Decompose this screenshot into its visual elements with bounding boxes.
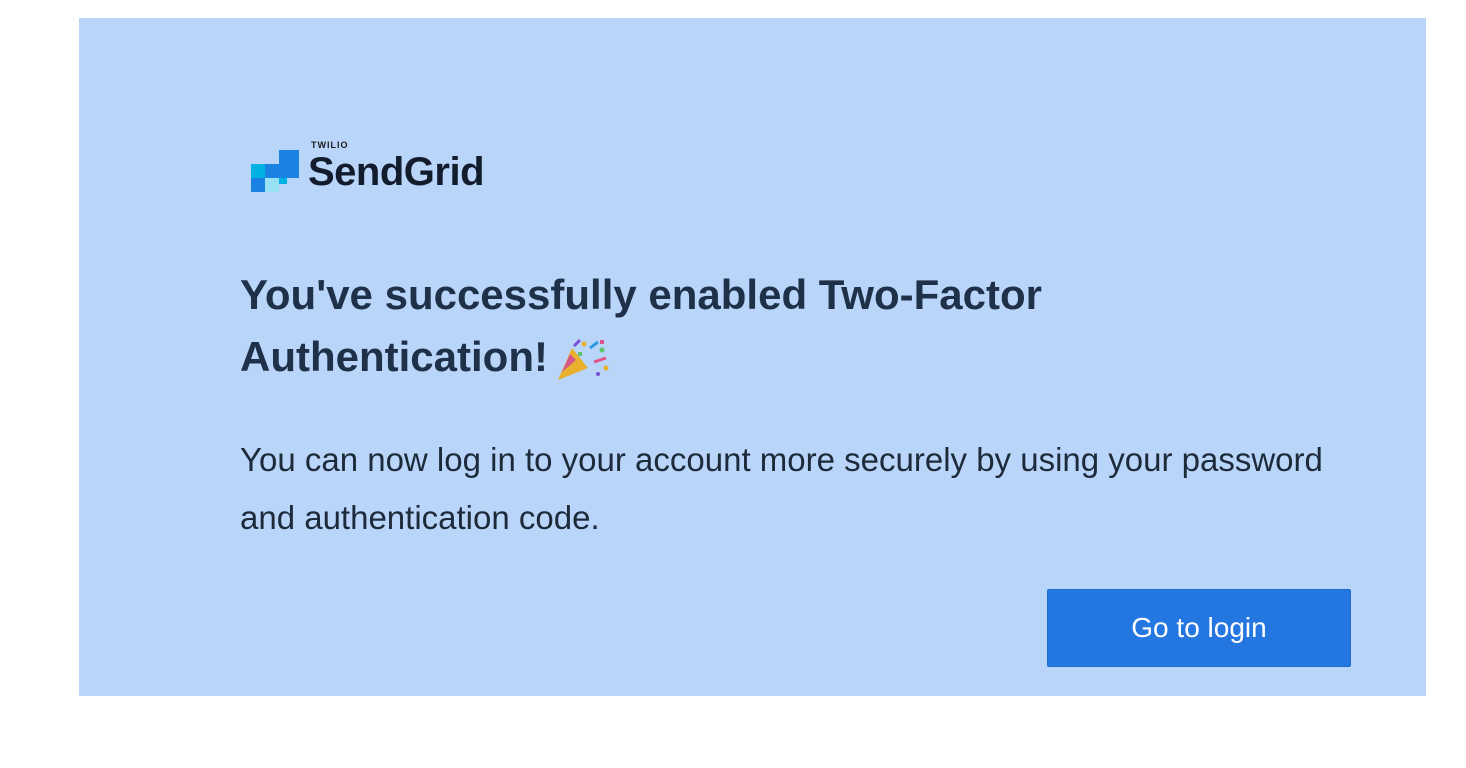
party-popper-icon	[557, 338, 609, 380]
go-to-login-button[interactable]: Go to login	[1047, 589, 1351, 667]
page-title: You've successfully enabled Two-Factor A…	[240, 264, 1240, 388]
success-message: You can now log in to your account more …	[240, 441, 1323, 536]
logo-overline: TWILIO	[311, 140, 349, 150]
sendgrid-logo: TWILIO SendGrid	[251, 140, 551, 196]
success-card: TWILIO SendGrid You've successfully enab…	[79, 18, 1426, 696]
headline-text: You've successfully enabled Two-Factor A…	[240, 271, 1042, 380]
logo-wordmark: SendGrid	[308, 150, 485, 194]
sendgrid-blocks-logo-icon	[251, 150, 299, 192]
